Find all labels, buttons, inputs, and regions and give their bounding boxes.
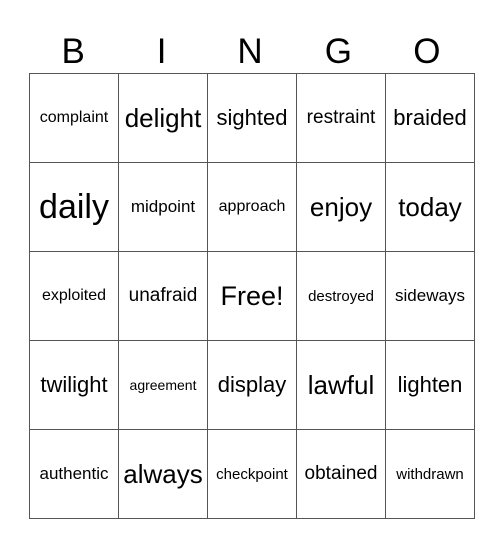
bingo-header: B I N G O bbox=[29, 30, 471, 73]
bingo-cell[interactable]: delight bbox=[118, 73, 208, 163]
bingo-cell[interactable]: enjoy bbox=[296, 162, 386, 252]
bingo-cell[interactable]: sighted bbox=[207, 73, 297, 163]
bingo-cell[interactable]: exploited bbox=[29, 251, 119, 341]
bingo-cell[interactable]: obtained bbox=[296, 429, 386, 519]
bingo-cell[interactable]: midpoint bbox=[118, 162, 208, 252]
bingo-cell[interactable]: daily bbox=[29, 162, 119, 252]
header-letter-n: N bbox=[237, 32, 263, 71]
bingo-cell[interactable]: always bbox=[118, 429, 208, 519]
bingo-cell[interactable]: lawful bbox=[296, 340, 386, 430]
board-row: exploited unafraid Free! destroyed sidew… bbox=[29, 251, 475, 341]
header-letter-i: I bbox=[156, 32, 167, 71]
bingo-cell[interactable]: complaint bbox=[29, 73, 119, 163]
bingo-cell[interactable]: sideways bbox=[385, 251, 475, 341]
board-row: twilight agreement display lawful lighte… bbox=[29, 340, 475, 430]
bingo-cell[interactable]: lighten bbox=[385, 340, 475, 430]
header-letter-b: B bbox=[61, 32, 85, 71]
bingo-board: complaint delight sighted restraint brai… bbox=[29, 73, 475, 519]
header-letter-g: G bbox=[324, 32, 353, 71]
bingo-cell[interactable]: today bbox=[385, 162, 475, 252]
bingo-cell[interactable]: display bbox=[207, 340, 297, 430]
board-row: daily midpoint approach enjoy today bbox=[29, 162, 475, 252]
bingo-cell[interactable]: destroyed bbox=[296, 251, 386, 341]
bingo-cell[interactable]: agreement bbox=[118, 340, 208, 430]
board-row: complaint delight sighted restraint brai… bbox=[29, 73, 475, 163]
bingo-cell[interactable]: checkpoint bbox=[207, 429, 297, 519]
bingo-cell[interactable]: braided bbox=[385, 73, 475, 163]
bingo-cell[interactable]: restraint bbox=[296, 73, 386, 163]
board-row: authentic always checkpoint obtained wit… bbox=[29, 429, 475, 519]
bingo-cell[interactable]: unafraid bbox=[118, 251, 208, 341]
header-letter-o: O bbox=[413, 32, 441, 71]
free-space-cell[interactable]: Free! bbox=[207, 251, 297, 341]
bingo-cell[interactable]: withdrawn bbox=[385, 429, 475, 519]
bingo-cell[interactable]: twilight bbox=[29, 340, 119, 430]
bingo-cell[interactable]: approach bbox=[207, 162, 297, 252]
bingo-cell[interactable]: authentic bbox=[29, 429, 119, 519]
